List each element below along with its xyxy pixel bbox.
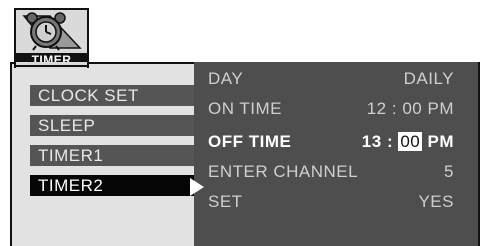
set-row[interactable]: SET YES	[208, 190, 454, 214]
menu-item-clock-set[interactable]: CLOCK SET	[30, 85, 196, 106]
day-value: DAILY	[403, 69, 454, 88]
set-value: YES	[418, 192, 454, 211]
set-label: SET	[208, 192, 243, 211]
enter-channel-row[interactable]: ENTER CHANNEL 5	[208, 160, 454, 184]
on-time-value: 12 : 00 PM	[367, 97, 454, 121]
off-time-label: OFF TIME	[208, 132, 292, 151]
timer-tab[interactable]: TIMER	[14, 8, 89, 68]
enter-channel-value: 5	[444, 162, 454, 181]
menu-item-sleep[interactable]: SLEEP	[30, 115, 196, 136]
off-time-separator: :	[386, 132, 394, 151]
day-label: DAY	[208, 69, 244, 88]
off-time-hour: 13	[361, 132, 382, 151]
menu-item-timer1[interactable]: TIMER1	[30, 145, 196, 166]
tab-gap	[16, 62, 87, 65]
off-time-value: 13 : 00 PM	[362, 130, 454, 154]
alarm-clock-icon	[22, 12, 82, 51]
selection-pointer-icon	[190, 178, 204, 196]
enter-channel-label: ENTER CHANNEL	[208, 162, 359, 181]
on-time-separator: :	[391, 99, 398, 118]
menu-list: CLOCK SET SLEEP TIMER1 TIMER2	[30, 85, 196, 205]
off-time-row[interactable]: OFF TIME 13 : 00 PM	[208, 130, 454, 154]
menu-item-timer2[interactable]: TIMER2	[30, 175, 196, 196]
off-time-minute-cursor[interactable]: 00	[398, 132, 423, 151]
day-row[interactable]: DAY DAILY	[208, 67, 454, 91]
on-time-row[interactable]: ON TIME 12 : 00 PM	[208, 97, 454, 121]
on-time-hour: 12	[366, 99, 387, 118]
timer2-settings-panel: DAY DAILY ON TIME 12 : 00 PM OFF TIME 13…	[194, 62, 478, 246]
on-time-minute: 00	[402, 99, 423, 118]
on-time-ampm: PM	[427, 99, 454, 118]
on-time-label: ON TIME	[208, 99, 283, 118]
off-time-ampm: PM	[427, 132, 454, 151]
